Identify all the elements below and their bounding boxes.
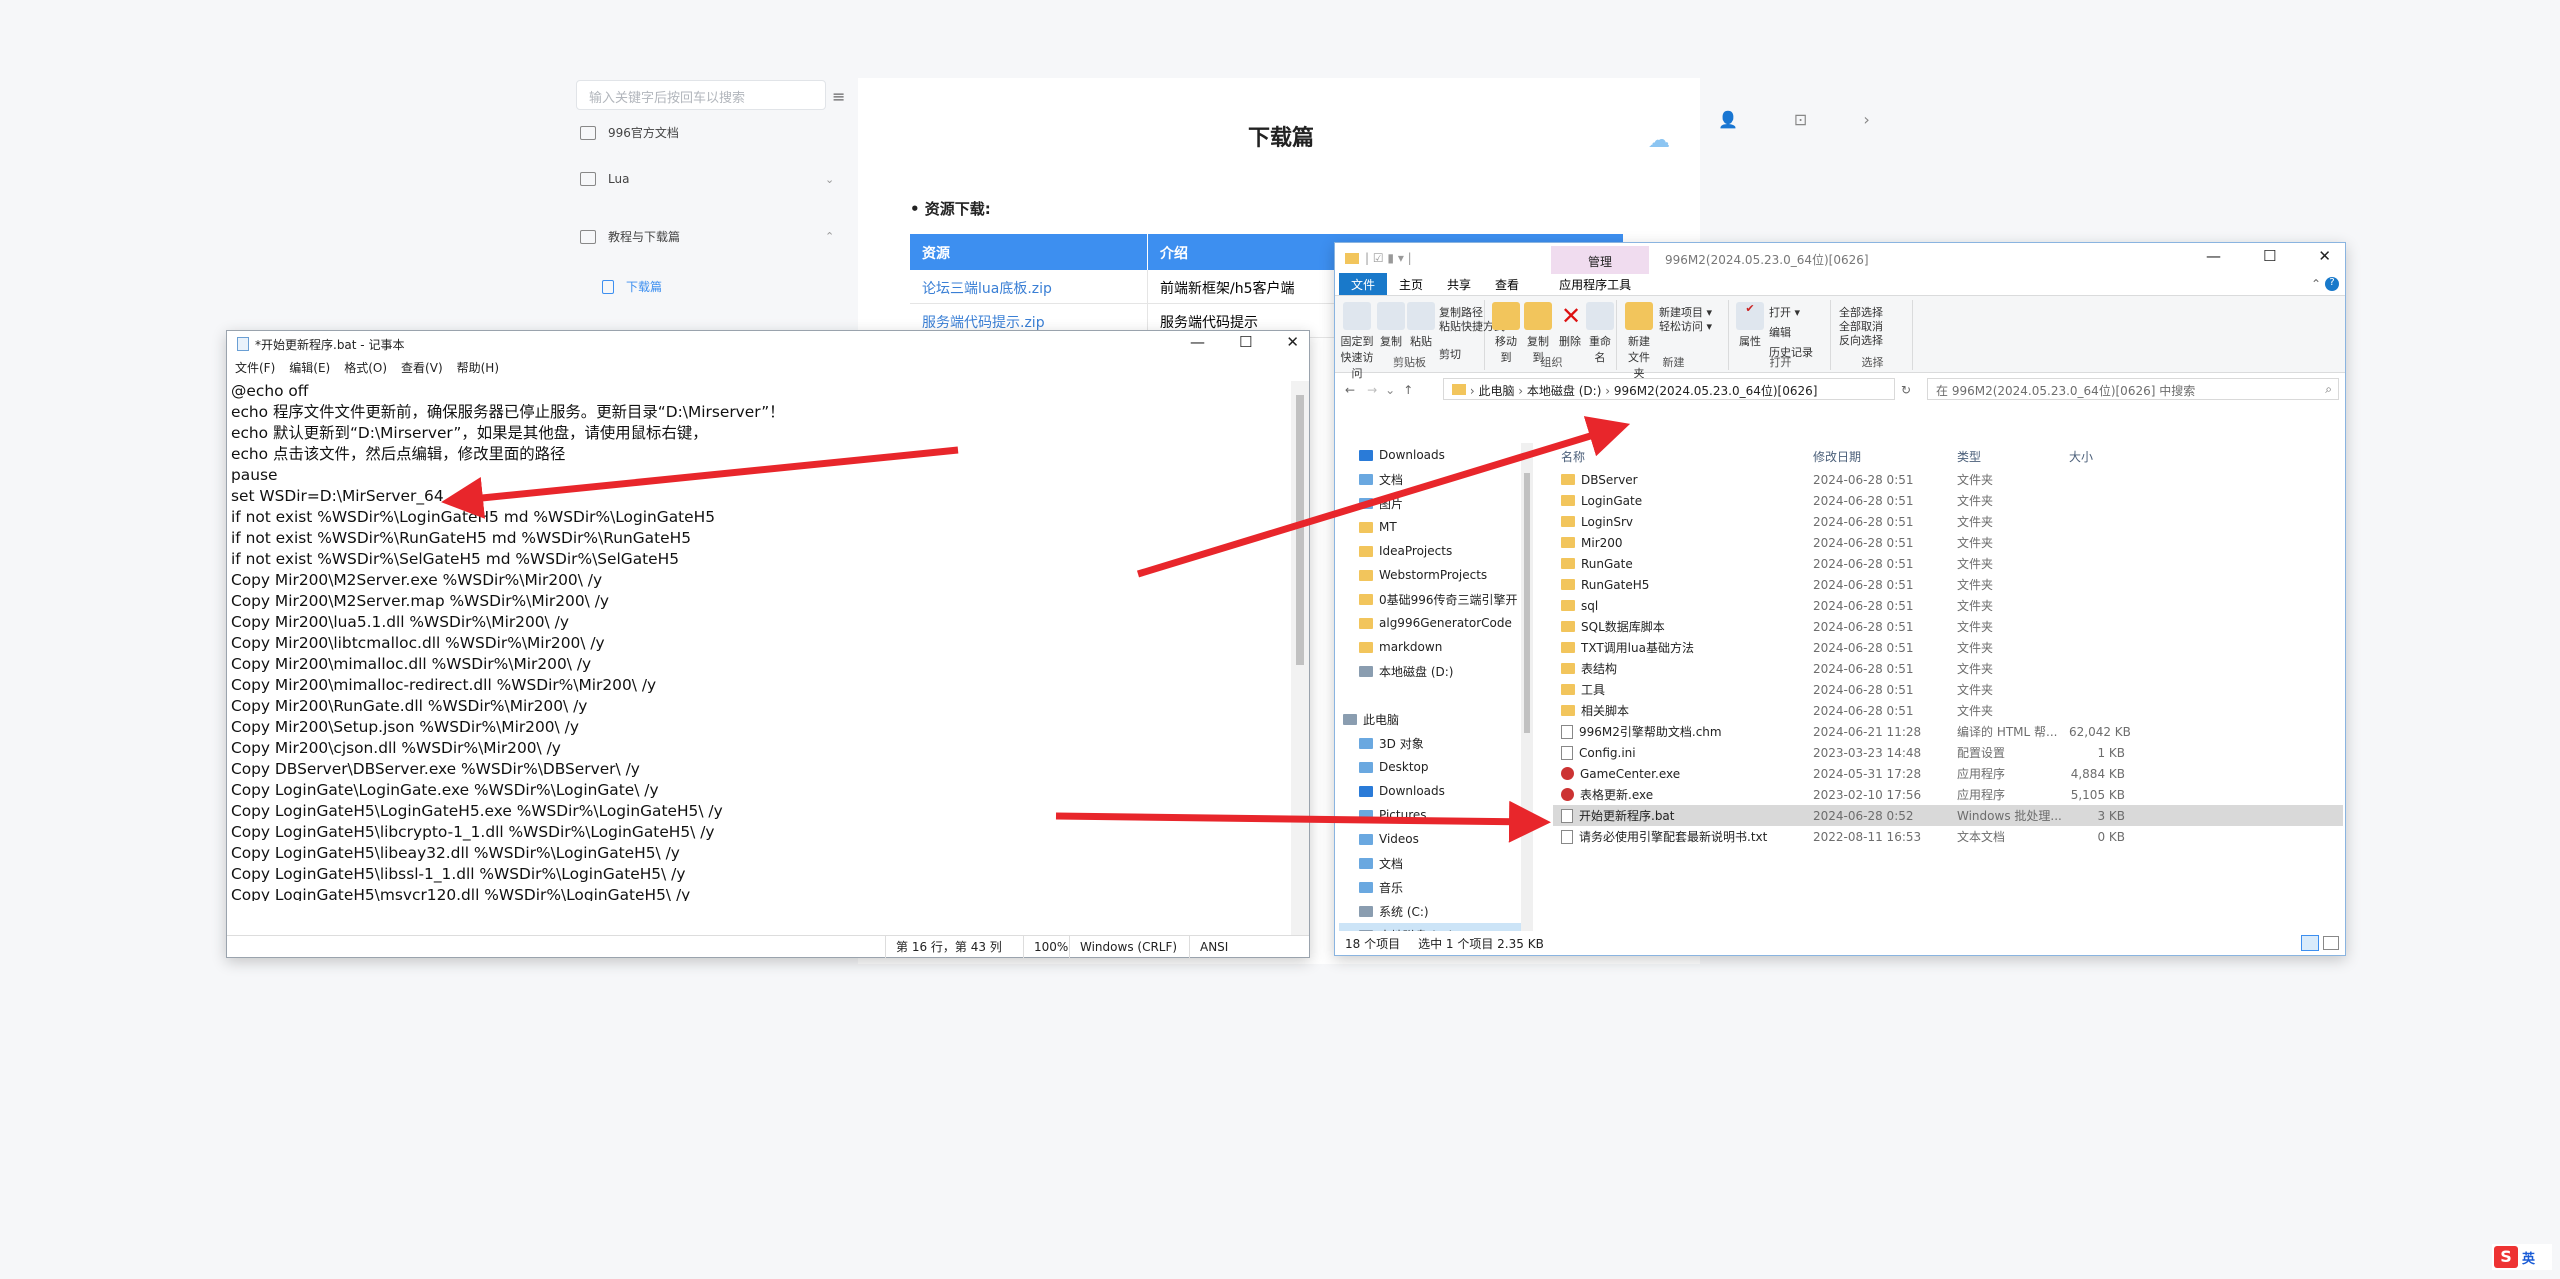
ime-indicator[interactable]: S 英 [2492, 1244, 2552, 1270]
annotation-layer [441, 416, 1631, 843]
arrow-to-bat-file [1055, 800, 1551, 843]
arrow-to-set-wsdir [441, 446, 959, 519]
arrow-to-address-bar [1136, 416, 1631, 578]
ime-mode-label: 英 [2522, 1251, 2536, 1267]
sogou-logo: S [2494, 1246, 2518, 1268]
